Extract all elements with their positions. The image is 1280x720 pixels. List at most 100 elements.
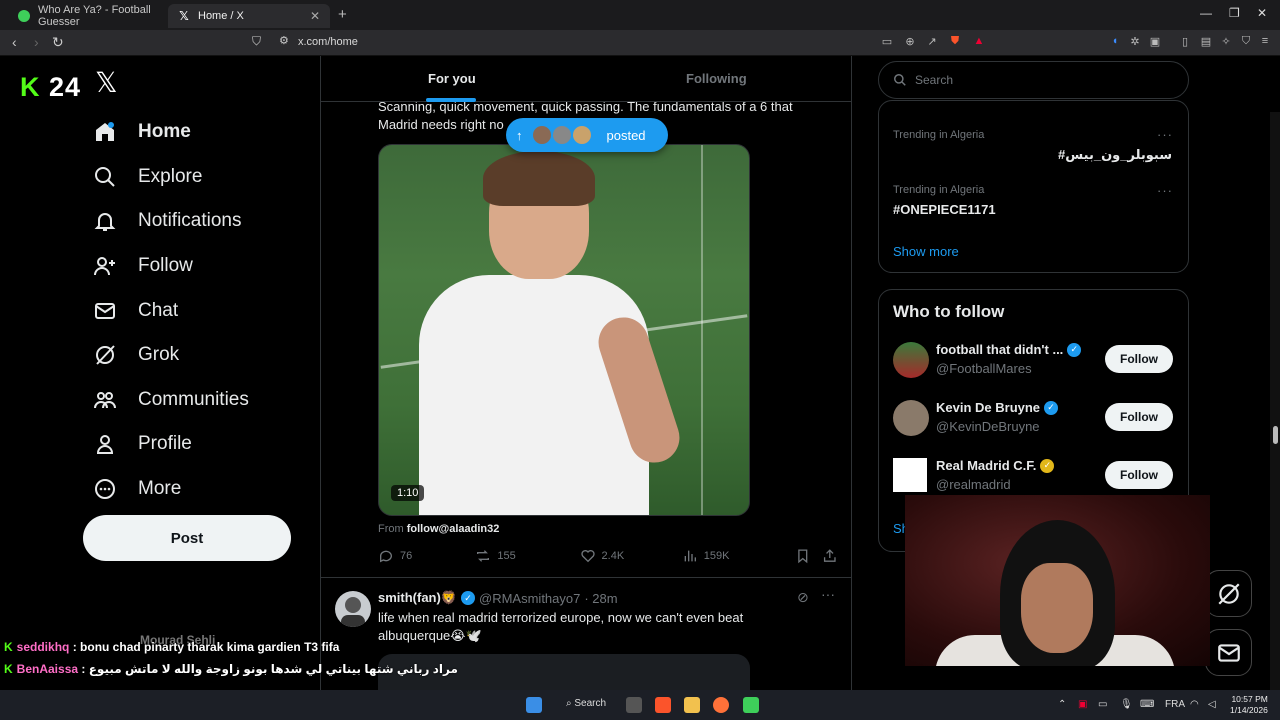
tweet-author-handle[interactable]: @RMAsmithayo7 — [479, 591, 580, 606]
back-icon[interactable]: ‹ — [12, 34, 17, 50]
sidebar-nav: Home Explore Notifications Follow Chat G… — [90, 110, 249, 511]
tweet-header: smith(fan)🦁 ✓ @RMAsmithayo7 · 28m — [378, 590, 618, 606]
zoom-icon[interactable]: ⊕ — [903, 35, 917, 49]
sidebar-item-explore[interactable]: Explore — [90, 155, 249, 200]
volume-icon[interactable]: ◁ — [1208, 699, 1216, 710]
tab-for-you[interactable]: For you — [428, 71, 476, 86]
minimize-icon[interactable]: — — [1200, 6, 1212, 20]
reply-icon — [379, 550, 392, 563]
tweet-time[interactable]: · 28m — [584, 591, 617, 606]
close-tab-icon[interactable]: ✕ — [310, 9, 320, 23]
tray-app-icon[interactable]: ▣ — [1078, 699, 1087, 710]
close-window-icon[interactable]: ✕ — [1257, 6, 1267, 20]
person-icon — [90, 429, 120, 459]
sidebar-item-home[interactable]: Home — [90, 110, 249, 155]
trend-meta: Trending in Algeria — [893, 184, 985, 196]
forward-icon[interactable]: › — [34, 34, 39, 50]
follow-button[interactable]: Follow — [1105, 403, 1173, 431]
brave-rewards-icon[interactable]: ▲ — [972, 35, 986, 49]
audio-icon[interactable]: ◖ — [1108, 35, 1122, 49]
verified-badge-icon: ✓ — [461, 591, 476, 605]
who-to-follow-title: Who to follow — [893, 302, 1005, 321]
new-tab-icon[interactable]: + — [338, 6, 347, 23]
taskbar-search-button[interactable]: ⌕ Search — [566, 698, 606, 709]
file-explorer-icon[interactable] — [684, 697, 700, 713]
sidebar-item-follow[interactable]: Follow — [90, 244, 249, 289]
site-info-icon[interactable]: ⚙ — [279, 34, 289, 47]
follow-suggestion[interactable]: Real Madrid C.F. ✓ @realmadrid Follow — [893, 456, 1178, 496]
tab-following[interactable]: Following — [686, 71, 747, 86]
like-button[interactable]: 2.4K — [580, 548, 682, 564]
page-scrollbar[interactable] — [1270, 112, 1280, 690]
sidebar-toggle-icon[interactable]: ▯ — [1178, 35, 1192, 49]
follow-button[interactable]: Follow — [1105, 461, 1173, 489]
more-options-icon[interactable]: ··· — [821, 586, 835, 602]
tweet-author-name[interactable]: smith(fan)🦁 — [378, 590, 457, 606]
sidebar-item-chat[interactable]: Chat — [90, 288, 249, 333]
grok-fab[interactable] — [1205, 570, 1252, 617]
keyboard-icon[interactable]: ⌨ — [1140, 699, 1154, 710]
post-button[interactable]: Post — [83, 515, 291, 561]
more-options-icon[interactable]: ··· — [1157, 127, 1173, 142]
brave-browser-icon[interactable] — [655, 697, 671, 713]
more-options-icon[interactable]: ··· — [1157, 183, 1173, 198]
repost-button[interactable]: 155 — [475, 548, 579, 564]
share-icon[interactable]: ↗ — [925, 35, 939, 49]
bookmark-icon[interactable]: ⛉ — [252, 34, 261, 49]
views-button[interactable]: 159K — [682, 548, 789, 564]
tab-search-icon[interactable]: ▣ — [1148, 35, 1162, 49]
address-bar: ‹ › ↻ ⛉ ⚙ x.com/home ▭ ⊕ ↗ ⛊ ▲ ◖ ✲ ▣ ▯ ▤… — [0, 30, 1280, 56]
wifi-icon[interactable]: ◠ — [1190, 699, 1199, 710]
avatar[interactable] — [335, 591, 371, 627]
bookmark-icon[interactable] — [795, 548, 811, 564]
show-more-link[interactable]: Show more — [893, 244, 959, 259]
scrollbar-thumb[interactable] — [1273, 426, 1278, 444]
share-icon[interactable] — [822, 548, 838, 564]
taskbar-clock[interactable]: 10:57 PM 1/14/2026 — [1230, 694, 1268, 716]
brave-shield-icon[interactable]: ⛊ — [948, 35, 962, 49]
reply-button[interactable]: 76 — [378, 548, 475, 564]
tray-battery-icon[interactable]: ▭ — [1098, 699, 1107, 710]
new-posts-pill[interactable]: ↑ posted — [506, 118, 668, 152]
reload-icon[interactable]: ↻ — [52, 34, 64, 51]
wallet-icon[interactable]: ▤ — [1199, 35, 1213, 49]
restore-icon[interactable]: ❐ — [1229, 6, 1240, 20]
tab-football-guesser[interactable]: Who Are Ya? - Football Guesser — [8, 4, 168, 28]
grok-icon[interactable]: ⊘ — [797, 589, 809, 606]
extensions-icon[interactable]: ✲ — [1128, 35, 1142, 49]
sidebar-item-communities[interactable]: Communities — [90, 378, 249, 423]
tweet-video[interactable]: 1:10 — [378, 144, 750, 516]
trend-name[interactable]: #ONEPIECE1171 — [893, 202, 996, 217]
real-madrid-crest-icon — [893, 458, 927, 492]
cast-icon[interactable]: ▭ — [880, 35, 894, 49]
app-icon[interactable] — [743, 697, 759, 713]
source-account-link[interactable]: follow@alaadin32 — [407, 523, 500, 535]
menu-icon[interactable]: ≡ — [1258, 35, 1272, 49]
firefox-icon[interactable] — [713, 697, 729, 713]
language-indicator[interactable]: FRA — [1165, 699, 1185, 710]
tab-title: Who Are Ya? - Football Guesser — [38, 4, 151, 28]
person-add-icon — [90, 251, 120, 281]
active-tab-indicator — [426, 98, 476, 102]
avatar — [550, 124, 573, 146]
x-logo-icon[interactable]: 𝕏 — [95, 66, 118, 99]
follow-suggestion[interactable]: football that didn't ... ✓ @FootballMares… — [893, 340, 1178, 380]
people-icon — [90, 385, 120, 415]
tab-home-x[interactable]: 𝕏 Home / X ✕ — [168, 4, 330, 28]
sidebar-item-notifications[interactable]: Notifications — [90, 199, 249, 244]
microphone-icon[interactable]: 🎙 — [1120, 699, 1133, 710]
url-field[interactable]: x.com/home — [298, 36, 358, 48]
sidebar-item-more[interactable]: More — [90, 467, 249, 512]
follow-suggestion[interactable]: Kevin De Bruyne ✓ @KevinDeBruyne Follow — [893, 398, 1178, 438]
messages-fab[interactable] — [1205, 629, 1252, 676]
follow-button[interactable]: Follow — [1105, 345, 1173, 373]
tray-chevron-icon[interactable]: ⌃ — [1058, 699, 1066, 710]
search-input[interactable]: Search — [878, 61, 1189, 99]
task-view-icon[interactable] — [626, 697, 642, 713]
trend-name[interactable]: #سبوبلر_ون_بيس — [1058, 147, 1172, 163]
leo-icon[interactable]: ✧ — [1219, 35, 1233, 49]
windows-start-icon[interactable] — [526, 697, 542, 713]
sidebar-item-profile[interactable]: Profile — [90, 422, 249, 467]
vpn-icon[interactable]: ⛉ — [1239, 35, 1253, 49]
sidebar-item-grok[interactable]: Grok — [90, 333, 249, 378]
